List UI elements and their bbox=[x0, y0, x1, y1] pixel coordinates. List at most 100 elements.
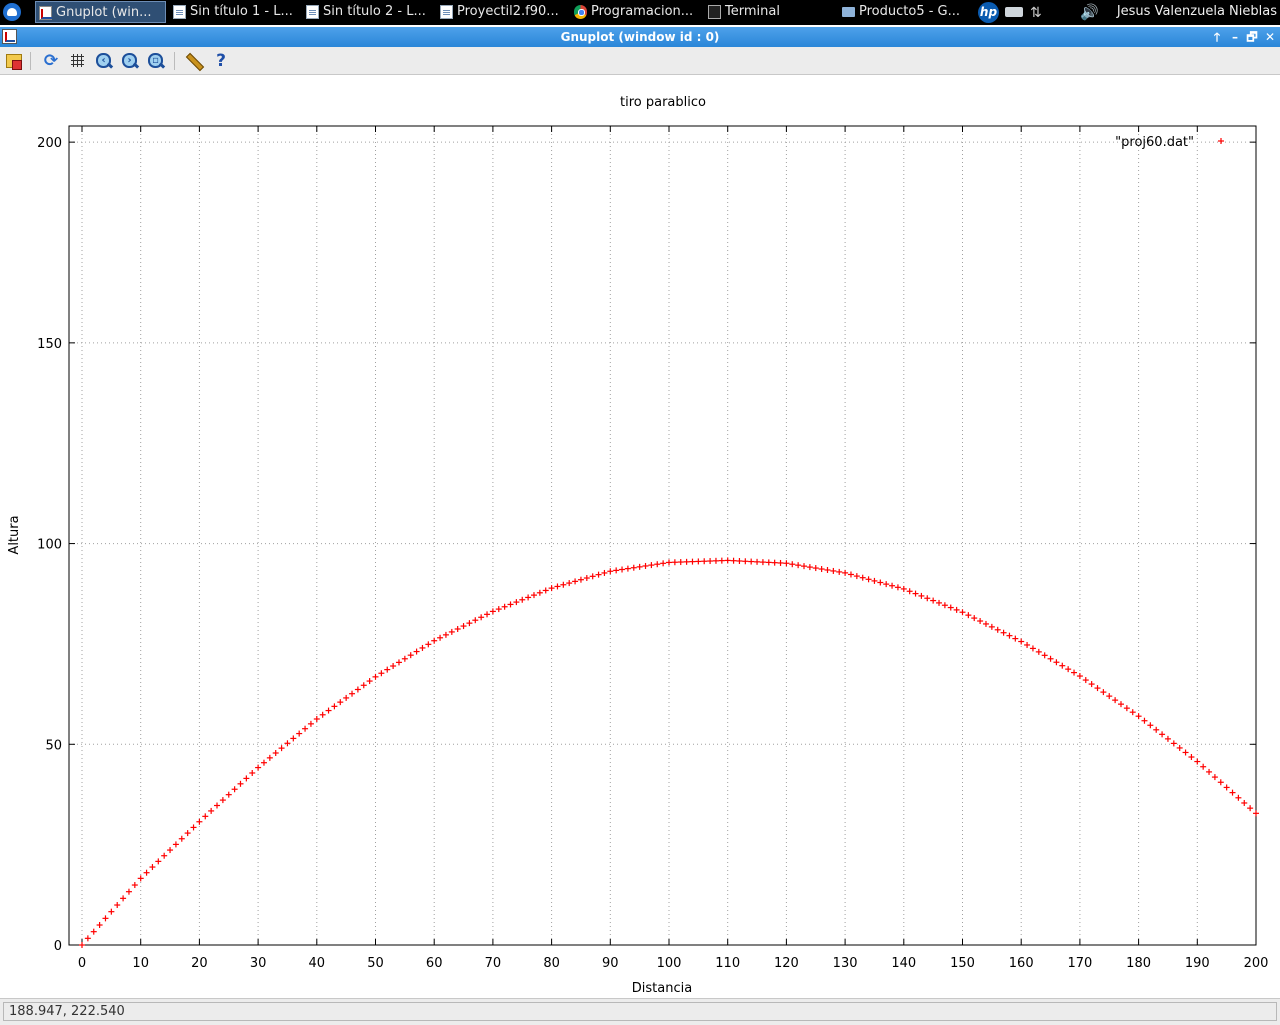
data-point bbox=[689, 558, 696, 565]
task-proyectil2[interactable]: Proyectil2.f90... bbox=[437, 1, 567, 23]
data-point bbox=[484, 611, 491, 618]
legend-marker bbox=[1218, 138, 1224, 144]
data-point bbox=[994, 626, 1001, 633]
x-tick-label: 140 bbox=[891, 956, 916, 971]
data-point bbox=[742, 558, 749, 565]
x-tick-label: 10 bbox=[132, 956, 149, 971]
data-point bbox=[331, 703, 338, 710]
data-point bbox=[1018, 638, 1025, 645]
data-point bbox=[167, 847, 174, 854]
help-icon[interactable]: ? bbox=[211, 51, 231, 71]
data-point bbox=[1241, 799, 1248, 806]
battery-icon[interactable] bbox=[1005, 7, 1023, 17]
x-tick-label: 90 bbox=[602, 956, 619, 971]
minimize-button[interactable]: – bbox=[1227, 29, 1243, 45]
zoom-back-icon[interactable]: ‹ bbox=[94, 51, 114, 71]
data-point bbox=[824, 566, 831, 573]
data-point bbox=[1082, 677, 1089, 684]
data-point bbox=[1147, 722, 1154, 729]
data-point bbox=[607, 568, 614, 575]
chart[interactable]: 0 10 20 30 40 50 60 70 80 90 100 110 120 130 140 150 160… bbox=[0, 75, 1280, 998]
data-point bbox=[372, 673, 379, 680]
task-programacion[interactable]: Programacion... bbox=[571, 1, 701, 23]
data-point bbox=[1035, 648, 1042, 655]
task-gnuplot[interactable]: Gnuplot (win... bbox=[35, 1, 166, 23]
data-point bbox=[1247, 805, 1254, 812]
data-point bbox=[407, 652, 414, 659]
data-point bbox=[795, 562, 802, 569]
data-point bbox=[812, 565, 819, 572]
zoom-fit-icon[interactable]: ▫ bbox=[146, 51, 166, 71]
folder-icon bbox=[842, 7, 855, 17]
data-point bbox=[478, 614, 485, 621]
data-point bbox=[1129, 709, 1136, 716]
task-sin-titulo-1[interactable]: Sin título 1 - L... bbox=[170, 1, 298, 23]
data-point bbox=[401, 655, 408, 662]
data-point bbox=[865, 576, 872, 583]
start-menu-icon[interactable] bbox=[3, 3, 21, 21]
data-point bbox=[1065, 666, 1072, 673]
data-point bbox=[108, 908, 115, 915]
task-label: Producto5 - G... bbox=[859, 4, 961, 19]
data-point bbox=[1206, 768, 1213, 775]
plot-canvas[interactable]: 0 10 20 30 40 50 60 70 80 90 100 110 120 130 140 150 160… bbox=[0, 75, 1280, 998]
task-producto5[interactable]: Producto5 - G... bbox=[839, 1, 969, 23]
y-axis-label: Altura bbox=[7, 515, 22, 554]
data-point bbox=[988, 623, 995, 630]
data-point bbox=[730, 557, 737, 564]
data-point bbox=[284, 740, 291, 747]
data-point bbox=[1164, 735, 1171, 742]
data-point bbox=[437, 634, 444, 641]
window-titlebar[interactable]: Gnuplot (window id : 0) 🡑 – 🗗 ✕ bbox=[0, 27, 1280, 47]
data-point bbox=[1088, 681, 1095, 688]
data-point bbox=[184, 830, 191, 837]
data-point bbox=[384, 666, 391, 673]
data-point bbox=[871, 577, 878, 584]
task-terminal[interactable]: Terminal bbox=[705, 1, 835, 23]
task-sin-titulo-2[interactable]: Sin título 2 - L... bbox=[303, 1, 431, 23]
close-button[interactable]: ✕ bbox=[1262, 29, 1278, 45]
data-point bbox=[114, 902, 121, 909]
maximize-button[interactable]: 🗗 bbox=[1244, 29, 1260, 45]
hp-logo-icon[interactable]: hp bbox=[978, 2, 999, 23]
settings-icon[interactable] bbox=[184, 51, 204, 71]
data-point bbox=[525, 594, 532, 601]
data-point bbox=[454, 625, 461, 632]
data-point bbox=[1211, 774, 1218, 781]
data-point bbox=[1223, 784, 1230, 791]
data-point bbox=[519, 596, 526, 603]
data-point bbox=[924, 595, 931, 602]
data-point bbox=[155, 858, 162, 865]
data-point bbox=[818, 566, 825, 573]
data-point bbox=[666, 559, 672, 566]
desktop-taskbar: Gnuplot (win... Sin título 1 - L... Sin … bbox=[0, 0, 1280, 25]
data-point bbox=[120, 895, 127, 902]
data-point bbox=[84, 935, 91, 942]
export-icon[interactable] bbox=[4, 51, 24, 71]
grid-icon[interactable] bbox=[68, 51, 88, 71]
data-point bbox=[759, 559, 766, 566]
zoom-forward-icon[interactable]: › bbox=[120, 51, 140, 71]
x-tick-label: 50 bbox=[367, 956, 384, 971]
data-point bbox=[554, 583, 561, 590]
data-point bbox=[225, 791, 232, 798]
data-point bbox=[889, 582, 896, 589]
data-point bbox=[613, 567, 620, 574]
data-point bbox=[1182, 749, 1189, 756]
raise-window-button[interactable]: 🡑 bbox=[1209, 29, 1225, 45]
network-icon[interactable]: ⇅ bbox=[1030, 4, 1048, 22]
data-point bbox=[801, 563, 808, 570]
toolbar: ⟳ ‹ › ▫ ? bbox=[0, 47, 1280, 75]
data-point bbox=[272, 749, 279, 756]
data-point bbox=[378, 670, 385, 677]
data-point bbox=[941, 602, 948, 609]
data-point bbox=[1000, 629, 1007, 636]
data-point bbox=[1123, 705, 1130, 712]
data-point bbox=[701, 558, 708, 565]
user-name[interactable]: Jesus Valenzuela Nieblas bbox=[1117, 0, 1277, 24]
task-label: Programacion... bbox=[591, 4, 694, 19]
data-point bbox=[695, 558, 702, 565]
data-point bbox=[683, 558, 690, 565]
replot-icon[interactable]: ⟳ bbox=[41, 51, 61, 71]
volume-icon[interactable]: 🔊 bbox=[1080, 3, 1102, 21]
